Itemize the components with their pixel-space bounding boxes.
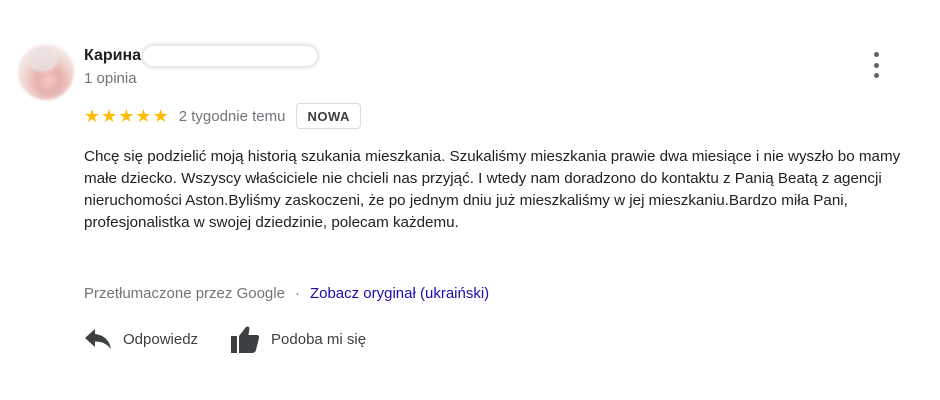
new-badge: NOWA [296, 103, 361, 129]
translation-row: Przetłumaczone przez Google · Zobacz ory… [84, 285, 489, 302]
menu-dot [873, 62, 879, 68]
review-text: Chcę się podzielić moją historią szukani… [84, 148, 901, 231]
thumbs-up-icon [231, 326, 260, 353]
translated-by-google: Przetłumaczone przez Google [84, 285, 285, 302]
reviewer-name-row: Карина [84, 44, 318, 68]
like-button[interactable]: Podoba mi się [230, 324, 366, 354]
avatar[interactable] [18, 44, 74, 100]
star-rating: ★ ★ ★ ★ ★ [84, 107, 170, 125]
menu-dot [873, 73, 879, 78]
redacted-surname [143, 46, 318, 66]
star-icon: ★ [118, 106, 135, 126]
review-meta: ★ ★ ★ ★ ★ 2 tygodnie temu NOWA [84, 103, 361, 129]
like-label: Podoba mi się [271, 330, 367, 348]
see-original-link[interactable]: Zobacz oryginał (ukraiński) [310, 285, 489, 302]
more-vert-icon[interactable] [866, 52, 886, 78]
reply-button[interactable]: Odpowiedz [84, 328, 198, 350]
review-date: 2 tygodnie temu [178, 107, 286, 125]
star-icon: ★ [135, 106, 152, 126]
review-count[interactable]: 1 opinia [84, 70, 137, 87]
star-icon: ★ [101, 106, 118, 126]
reply-arrow-icon [85, 329, 111, 349]
separator-dot: · [294, 285, 300, 302]
reviewer-name[interactable]: Карина [84, 47, 141, 65]
review-actions: Odpowiedz Podoba mi się [84, 322, 366, 356]
star-icon: ★ [84, 106, 101, 126]
reply-label: Odpowiedz [123, 330, 199, 348]
review-card: Карина 1 opinia ★ ★ ★ ★ ★ 2 tygodnie temu NO… [0, 0, 940, 400]
menu-dot [873, 52, 879, 57]
star-icon: ★ [152, 106, 169, 126]
